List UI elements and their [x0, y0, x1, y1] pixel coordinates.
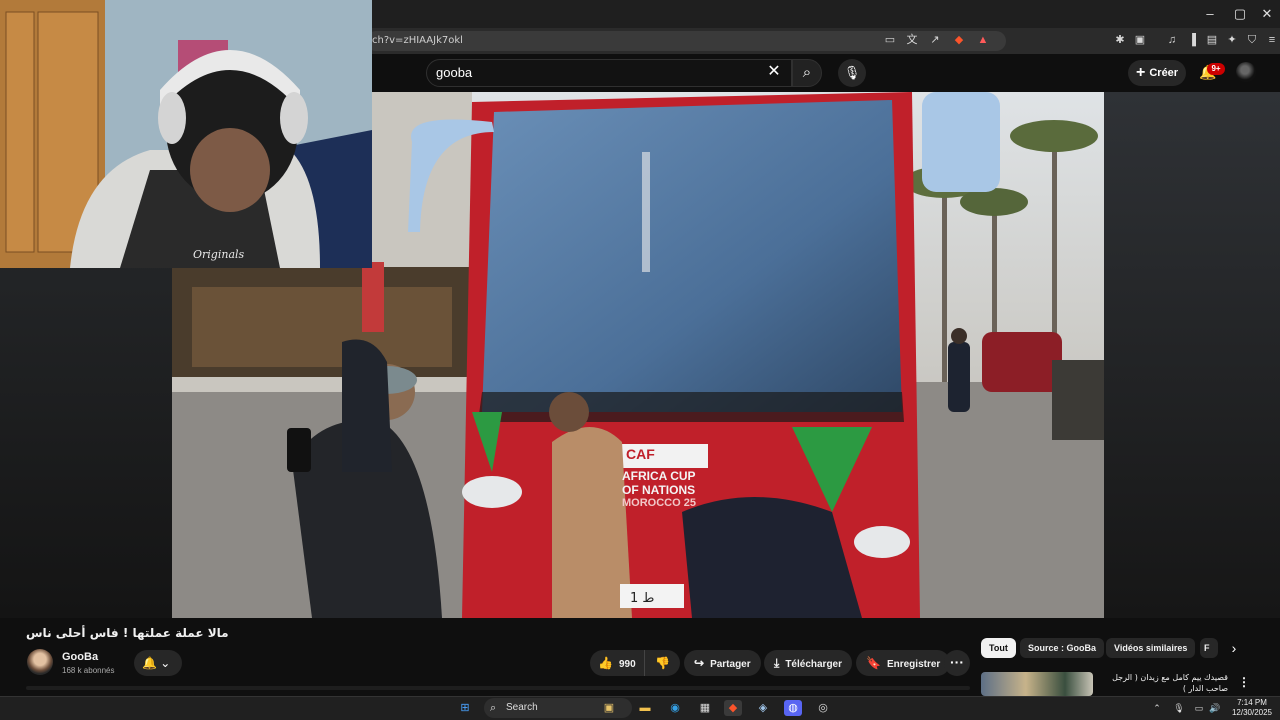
bookmark-icon: 🔖 — [866, 656, 881, 670]
share-label: Partager — [710, 659, 751, 670]
bus-of-nations-text: OF NATIONS — [622, 483, 696, 497]
bus-africa-cup-text: AFRICA CUP — [622, 469, 696, 483]
bus-caf-logo: CAF — [626, 446, 655, 462]
license-plate-text: 1 ط — [630, 591, 654, 606]
download-icon: ⤓ — [774, 656, 780, 670]
obs-icon[interactable]: ◎ — [814, 700, 832, 716]
maximize-icon[interactable]: ▢ — [1225, 4, 1255, 24]
brave-taskbar-icon[interactable]: ◆ — [724, 700, 742, 716]
clock-time: 7:14 PM — [1237, 698, 1267, 707]
webcam-scene — [0, 0, 372, 268]
chip-truncated[interactable]: F — [1200, 638, 1218, 658]
notification-badge: 9+ — [1207, 63, 1225, 75]
rewards-icon[interactable]: ▲ — [975, 32, 991, 48]
menu-icon[interactable]: ≡ — [1264, 32, 1280, 48]
chevron-right-icon[interactable]: › — [1226, 640, 1242, 656]
brave-shield-icon[interactable]: ◆ — [951, 32, 967, 48]
account-avatar[interactable] — [1236, 62, 1256, 82]
save-label: Enregistrer — [886, 659, 941, 670]
screenshot-icon[interactable]: ▣ — [1132, 32, 1148, 48]
description-box-edge — [26, 686, 970, 690]
store-icon[interactable]: ▦ — [696, 700, 714, 716]
recommendation-thumbnail[interactable] — [981, 672, 1093, 696]
more-actions-button[interactable]: ··· — [944, 650, 970, 676]
microphone-icon: 🎙 — [843, 65, 861, 80]
like-dislike-group: 👍 990 👎 — [590, 650, 680, 676]
channel-avatar[interactable] — [27, 649, 53, 675]
download-label: Télécharger — [785, 659, 843, 670]
vpn-shield-icon[interactable]: ⛉ — [1244, 32, 1260, 48]
edge-icon[interactable]: ◉ — [666, 700, 684, 716]
cast-icon[interactable]: ▭ — [882, 32, 898, 48]
sidebar-icon[interactable]: ▐ — [1184, 32, 1200, 48]
create-label: Créer — [1149, 67, 1179, 79]
chip-similar-videos[interactable]: Vidéos similaires — [1106, 638, 1196, 658]
bus-morocco-text: MOROCCO 25 — [622, 497, 696, 509]
music-icon[interactable]: ♫ — [1164, 32, 1180, 48]
bell-icon: 🔔 — [142, 656, 157, 670]
thumbs-up-icon: 👍 — [598, 656, 613, 670]
like-count: 990 — [618, 659, 636, 670]
dislike-button[interactable]: 👎 — [644, 650, 680, 676]
share-icon: ↪ — [694, 656, 705, 670]
plus-icon: + — [1136, 64, 1146, 81]
discord-icon[interactable]: ◍ — [784, 700, 802, 716]
channel-name[interactable]: GooBa — [62, 651, 98, 664]
close-window-icon[interactable]: ✕ — [1252, 4, 1280, 24]
search-icon: ⌕ — [802, 64, 812, 81]
search-button[interactable]: ⌕ — [792, 59, 822, 87]
chip-all[interactable]: Tout — [981, 638, 1016, 658]
clock-date: 12/30/2025 — [1231, 708, 1273, 717]
webcam-shirt-text: Originals — [193, 248, 245, 261]
chevron-down-icon: ⌄ — [160, 656, 171, 670]
wallet-icon[interactable]: ▤ — [1204, 32, 1220, 48]
tray-chevron-icon[interactable]: ⌃ — [1150, 701, 1164, 715]
steam-icon[interactable]: ◈ — [754, 700, 772, 716]
taskbar-search-label: Search — [506, 702, 538, 713]
create-button[interactable]: + Créer — [1128, 60, 1186, 86]
extensions-icon[interactable]: ✱ — [1112, 32, 1128, 48]
voice-search-button[interactable]: 🎙 — [838, 59, 866, 87]
tray-mic-icon[interactable]: 🎙 — [1172, 701, 1186, 715]
minimize-icon[interactable]: – — [1195, 4, 1225, 24]
download-button[interactable]: ⤓ Télécharger — [764, 650, 853, 676]
search-input[interactable]: gooba — [436, 63, 472, 83]
screen: – ▢ ✕ ch?v=zHIAAJk7okl ▭ 文 ↗ ◆ ▲ ✱ ▣ ♫ ▐… — [0, 0, 1280, 720]
subscription-bell-button[interactable]: 🔔 ⌄ — [134, 650, 182, 676]
chip-source[interactable]: Source : GooBa — [1020, 638, 1105, 658]
windows-start-icon[interactable]: ⊞ — [456, 700, 474, 716]
tray-volume-icon[interactable]: 🔊 — [1208, 701, 1222, 715]
search-input-box[interactable] — [426, 59, 792, 87]
share-button[interactable]: ↪ Partager — [684, 650, 761, 676]
video-title: مالا عملة عملتها ! فاس أحلى ناس — [26, 626, 229, 640]
search-icon: ⌕ — [490, 702, 497, 714]
file-explorer-icon[interactable]: ▬ — [636, 700, 654, 716]
clear-search-icon[interactable]: ✕ — [764, 62, 784, 82]
recommendation-title[interactable]: قصيدك ييم كامل مع زيدان ( الرجل صاحب الد… — [1098, 672, 1228, 694]
tray-display-icon[interactable]: ▭ — [1192, 701, 1206, 715]
leo-icon[interactable]: ✦ — [1224, 32, 1240, 48]
like-button[interactable]: 👍 990 — [590, 650, 642, 676]
webcam-overlay: Originals — [0, 0, 372, 268]
ambient-right-panel — [1104, 92, 1280, 618]
share-page-icon[interactable]: ↗ — [927, 32, 943, 48]
widgets-icon[interactable]: ▣ — [600, 700, 618, 716]
recommendation-menu-icon[interactable]: ⋮ — [1238, 674, 1250, 690]
taskbar-clock[interactable]: 7:14 PM 12/30/2025 — [1228, 698, 1276, 718]
save-button[interactable]: 🔖 Enregistrer — [856, 650, 951, 676]
translate-icon[interactable]: 文 — [904, 32, 920, 48]
subscriber-count: 168 k abonnés — [62, 666, 115, 675]
thumbs-down-icon: 👎 — [655, 656, 670, 670]
